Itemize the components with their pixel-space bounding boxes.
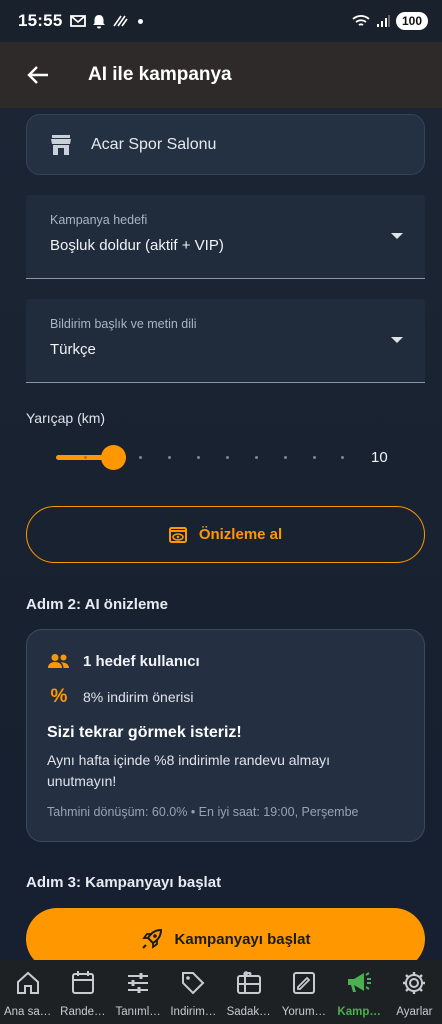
nav-item-reviews[interactable]: Yorum… xyxy=(276,960,331,1024)
percent-icon: % xyxy=(50,686,68,707)
radius-slider[interactable] xyxy=(50,441,350,473)
slider-thumb[interactable] xyxy=(101,445,126,470)
nav-label: Sadak… xyxy=(226,1006,271,1018)
nav-label: Ana sa… xyxy=(3,1006,52,1018)
radius-label: Yarıçap (km) xyxy=(26,410,106,426)
launch-button-label: Kampanyayı başlat xyxy=(174,930,311,948)
bottom-navigation: Ana sa… Rande… Tanıml… İndirim… Sadak… Y… xyxy=(0,960,442,1024)
nav-label: Yorum… xyxy=(281,1006,327,1018)
language-select[interactable]: Bildirim başlık ve metin dili Türkçe xyxy=(26,299,425,383)
step2-heading: Adım 2: AI önizleme xyxy=(26,596,168,613)
status-bar: 15:55 100 xyxy=(0,0,442,42)
battery-indicator: 100 xyxy=(395,12,428,30)
nav-label: Tanıml… xyxy=(115,1006,161,1018)
nav-label: Ayarlar xyxy=(396,1006,433,1018)
scroll-content[interactable]: Acar Spor Salonu Kampanya hedefi Boşluk … xyxy=(0,108,442,960)
business-name: Acar Spor Salonu xyxy=(91,135,217,153)
megaphone-icon xyxy=(348,972,372,992)
nav-item-definitions[interactable]: Tanıml… xyxy=(111,960,166,1024)
slider-tick xyxy=(341,456,344,459)
slider-tick xyxy=(139,456,142,459)
nav-item-discounts[interactable]: İndirim… xyxy=(166,960,221,1024)
language-value: Türkçe xyxy=(50,341,96,358)
nav-label: İndirim… xyxy=(170,1006,217,1018)
chevron-down-icon xyxy=(391,233,403,239)
nav-item-appointments[interactable]: Rande… xyxy=(55,960,110,1024)
prediction-meta: Tahmini dönüşüm: 60.0% • En iyi saat: 19… xyxy=(47,805,359,819)
discount-text: 8% indirim önerisi xyxy=(83,689,194,705)
back-button[interactable] xyxy=(20,57,56,93)
group-icon xyxy=(47,650,71,672)
campaign-goal-label: Kampanya hedefi xyxy=(50,213,148,227)
step3-heading: Adım 3: Kampanyayı başlat xyxy=(26,874,222,891)
target-users-text: 1 hedef kullanıcı xyxy=(83,652,200,670)
slider-tick xyxy=(255,456,258,459)
home-icon xyxy=(16,971,39,994)
slider-tick xyxy=(168,456,171,459)
slider-tick xyxy=(84,456,87,459)
preview-button[interactable]: Önizleme al xyxy=(26,506,425,563)
rocket-icon xyxy=(141,928,162,949)
campaign-goal-select[interactable]: Kampanya hedefi Boşluk doldur (aktif + V… xyxy=(26,195,425,279)
preview-button-label: Önizleme al xyxy=(198,526,283,543)
nav-label: Kamp… xyxy=(337,1006,381,1018)
bell-icon xyxy=(93,14,106,28)
notification-body: Aynı hafta içinde %8 indirimle randevu a… xyxy=(47,752,331,789)
chevron-down-icon xyxy=(391,337,403,343)
notification-headline: Sizi tekrar görmek isteriz! xyxy=(47,724,242,741)
calendar-icon xyxy=(71,971,94,994)
nav-item-loyalty[interactable]: Sadak… xyxy=(221,960,276,1024)
language-label: Bildirim başlık ve metin dili xyxy=(50,317,197,331)
campaign-goal-value: Boşluk doldur (aktif + VIP) xyxy=(50,237,224,254)
nav-item-home[interactable]: Ana sa… xyxy=(0,960,55,1024)
slider-tick xyxy=(226,456,229,459)
preview-icon xyxy=(168,526,187,543)
business-card: Acar Spor Salonu xyxy=(26,114,425,175)
gift-card-icon xyxy=(236,971,261,994)
status-time: 15:55 xyxy=(18,11,63,30)
sliders-icon xyxy=(128,973,149,993)
store-icon xyxy=(49,132,75,158)
ai-preview-card: 1 hedef kullanıcı % 8% indirim önerisi S… xyxy=(26,629,425,842)
tag-icon xyxy=(182,972,205,995)
dot-icon xyxy=(138,18,144,24)
app-bar: AI ile kampanya xyxy=(0,42,442,108)
nav-item-campaigns[interactable]: Kamp… xyxy=(332,960,387,1024)
mail-icon xyxy=(70,15,87,27)
nav-item-settings[interactable]: Ayarlar xyxy=(387,960,442,1024)
review-icon xyxy=(292,972,315,994)
wifi-icon xyxy=(352,15,370,26)
launch-campaign-button[interactable]: Kampanyayı başlat xyxy=(26,908,425,960)
target-users-row: 1 hedef kullanıcı xyxy=(47,650,200,672)
page-title: AI ile kampanya xyxy=(88,64,232,85)
slider-tick xyxy=(313,456,316,459)
radius-value: 10 xyxy=(371,449,388,466)
signal-icon xyxy=(376,15,390,27)
network-icon xyxy=(113,15,129,27)
gear-icon xyxy=(403,972,426,994)
arrow-left-icon xyxy=(27,66,48,84)
status-notification-icons xyxy=(70,14,144,29)
slider-tick xyxy=(284,456,287,459)
nav-label: Rande… xyxy=(60,1006,106,1018)
slider-tick xyxy=(197,456,200,459)
discount-row: % 8% indirim önerisi xyxy=(47,686,194,708)
